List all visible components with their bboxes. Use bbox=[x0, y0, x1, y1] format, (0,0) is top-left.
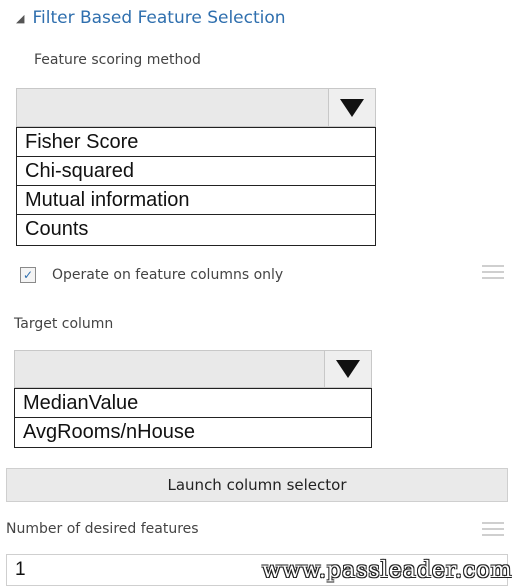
menu-handle-icon[interactable] bbox=[482, 522, 504, 540]
operate-row: ✓ Operate on feature columns only bbox=[20, 267, 283, 283]
check-icon: ✓ bbox=[22, 268, 34, 282]
operate-checkbox[interactable]: ✓ bbox=[20, 267, 36, 283]
scoring-label: Feature scoring method bbox=[34, 52, 201, 68]
features-label: Number of desired features bbox=[6, 521, 199, 537]
scoring-option-counts[interactable]: Counts bbox=[17, 215, 375, 244]
watermark: www.passleader.com bbox=[262, 558, 513, 583]
features-value: 1 bbox=[15, 559, 26, 580]
scoring-options-list: Fisher Score Chi-squared Mutual informat… bbox=[16, 127, 376, 246]
target-select[interactable] bbox=[14, 350, 372, 388]
target-label: Target column bbox=[14, 316, 114, 332]
operate-label: Operate on feature columns only bbox=[52, 267, 284, 283]
collapse-triangle-icon[interactable]: ◢ bbox=[16, 12, 24, 25]
dropdown-arrow-icon[interactable] bbox=[324, 351, 371, 387]
scoring-select[interactable] bbox=[16, 88, 376, 127]
dropdown-arrow-icon[interactable] bbox=[328, 89, 375, 126]
target-option-medianvalue[interactable]: MedianValue bbox=[15, 389, 371, 418]
scoring-option-mutual[interactable]: Mutual information bbox=[17, 186, 375, 215]
target-option-avgrooms[interactable]: AvgRooms/nHouse bbox=[15, 418, 371, 447]
section-header[interactable]: ◢ Filter Based Feature Selection bbox=[16, 8, 286, 28]
section-title: Filter Based Feature Selection bbox=[32, 8, 286, 28]
launch-column-selector-button[interactable]: Launch column selector bbox=[6, 468, 508, 502]
target-options-list: MedianValue AvgRooms/nHouse bbox=[14, 388, 372, 448]
menu-handle-icon[interactable] bbox=[482, 265, 504, 283]
scoring-option-chi[interactable]: Chi-squared bbox=[17, 157, 375, 186]
scoring-option-fisher[interactable]: Fisher Score bbox=[17, 128, 375, 157]
